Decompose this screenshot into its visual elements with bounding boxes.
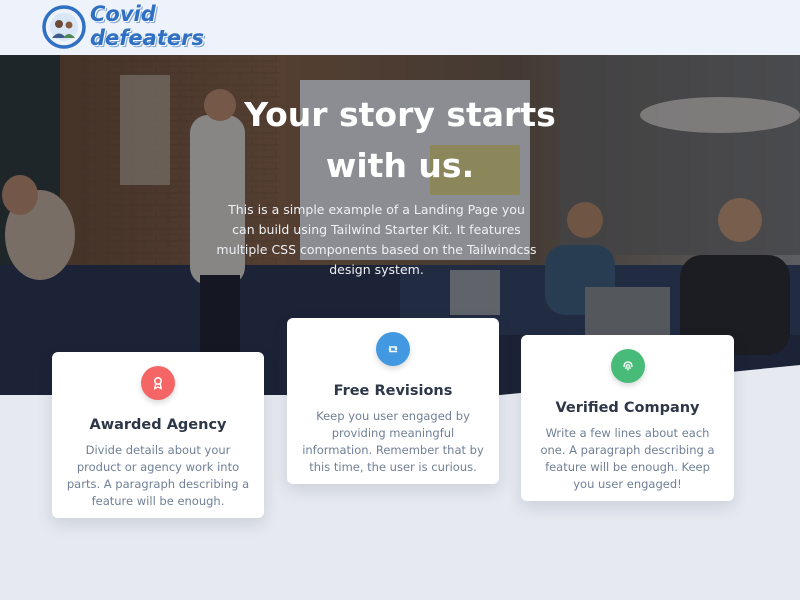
brand-wordmark: Covid defeaters bbox=[90, 3, 204, 49]
feature-card-verified-company: Verified Company Write a few lines about… bbox=[521, 335, 734, 501]
feature-card-awarded-agency: Awarded Agency Divide details about your… bbox=[52, 352, 264, 518]
brand-line1: Covid bbox=[90, 2, 156, 26]
brand-logo[interactable]: Covid defeaters bbox=[42, 3, 204, 51]
feature-title: Verified Company bbox=[555, 400, 700, 416]
brand-line2: defeaters bbox=[90, 26, 204, 50]
retweet-icon bbox=[376, 332, 410, 366]
hero-subtitle: This is a simple example of a Landing Pa… bbox=[216, 202, 537, 277]
feature-title: Awarded Agency bbox=[89, 417, 227, 433]
feature-card-free-revisions: Free Revisions Keep you user engaged by … bbox=[287, 318, 499, 484]
fingerprint-icon bbox=[610, 349, 645, 383]
navbar: Covid defeaters bbox=[0, 0, 800, 55]
hero-title: Your story starts with us. bbox=[200, 89, 600, 191]
feature-description: Keep you user engaged by providing meani… bbox=[302, 409, 484, 474]
feature-description: Divide details about your product or age… bbox=[66, 443, 250, 508]
feature-title: Free Revisions bbox=[333, 383, 453, 399]
hero-title-line1: Your story starts bbox=[244, 95, 556, 134]
award-icon bbox=[141, 366, 175, 400]
hero-title-line2: with us. bbox=[325, 146, 475, 185]
logo-mark-icon bbox=[42, 5, 86, 49]
feature-description: Write a few lines about each one. A para… bbox=[540, 426, 715, 491]
